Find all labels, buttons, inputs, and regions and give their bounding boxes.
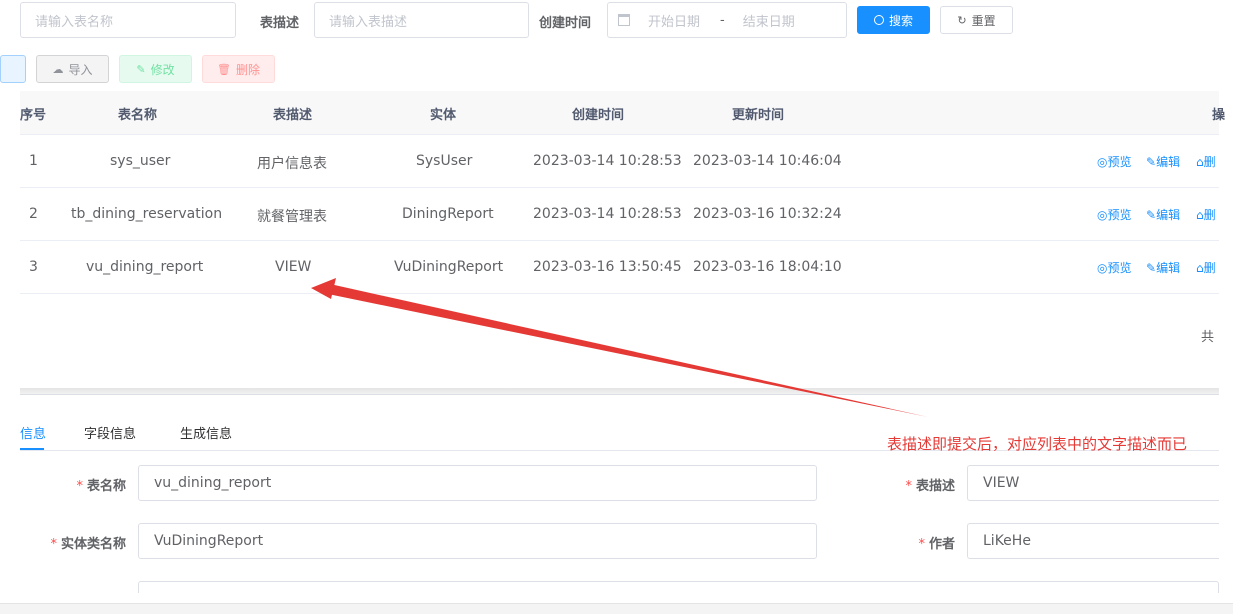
- arrow-shaft: [328, 284, 928, 417]
- annotation-arrow: [311, 278, 928, 417]
- annotation-text: 表描述即提交后，对应列表中的文字描述而已: [887, 435, 1188, 453]
- arrow-head: [311, 278, 336, 299]
